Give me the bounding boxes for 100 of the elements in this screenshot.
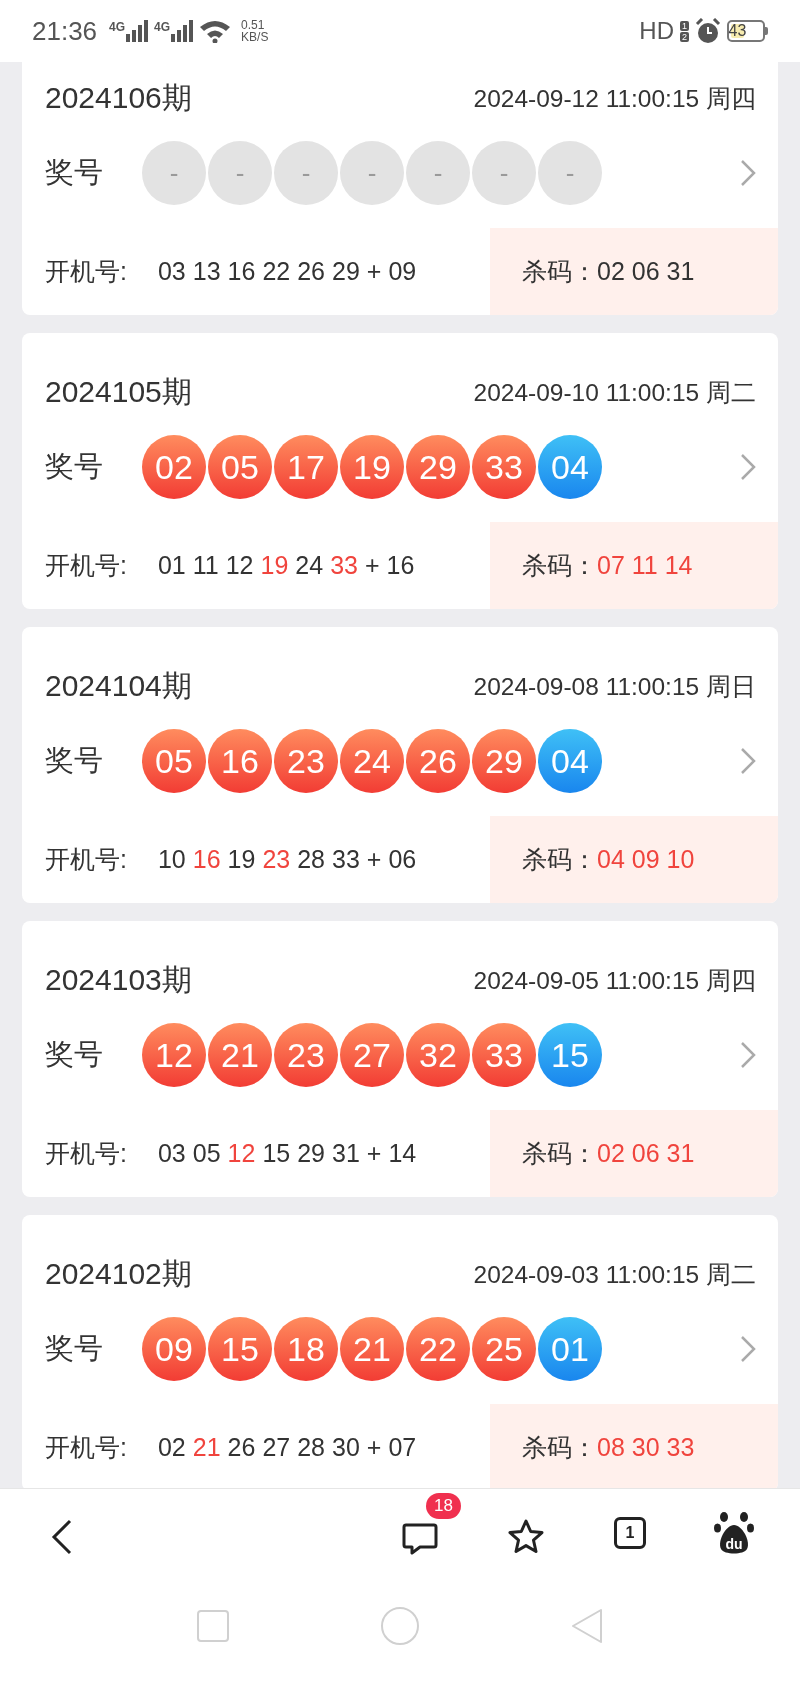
chevron-right-icon[interactable]	[740, 453, 756, 481]
chevron-right-icon[interactable]	[740, 1335, 756, 1363]
chevron-right-icon[interactable]	[740, 1041, 756, 1069]
sim-mark: 1	[680, 20, 689, 31]
machine-number-label: 开机号:	[45, 1432, 127, 1463]
machine-number: 19	[260, 551, 289, 580]
machine-number: 12	[227, 1139, 256, 1168]
draw-card[interactable]: 2024102期 2024-09-03 11:00:15 周二 奖号 09 15 18 21 22 25 01 开机号: 02 21 26 27 28 30 + 07 杀码：08 30 33	[22, 1215, 778, 1488]
machine-number: 26	[227, 1433, 256, 1462]
machine-number-label: 开机号:	[45, 844, 127, 875]
machine-number: 05	[192, 1139, 221, 1168]
notification-badge: 18	[426, 1493, 461, 1519]
kill-codes: 07 11 14	[597, 551, 693, 580]
network-type: 4G	[154, 20, 171, 34]
machine-number: 16	[227, 257, 256, 286]
main-number-ball: 02	[142, 435, 206, 499]
bonus-number-ball: 04	[538, 435, 602, 499]
kill-code-label: 杀码：	[522, 550, 597, 581]
plus-sign: +	[366, 257, 382, 286]
machine-number: 28	[297, 845, 325, 874]
machine-number: 03	[157, 1139, 186, 1168]
main-number-ball: 33	[472, 435, 536, 499]
draw-card[interactable]: 2024103期 2024-09-05 11:00:15 周四 奖号 12 21 23 27 32 33 15 开机号: 03 05 12 15 29 31 + 14 杀码：02 06 31	[22, 921, 778, 1197]
machine-number: 30	[332, 1433, 360, 1462]
main-number-ball: 23	[274, 729, 338, 793]
machine-number: 12	[225, 551, 254, 580]
main-number-ball: 25	[472, 1317, 536, 1381]
plus-sign: +	[366, 845, 382, 874]
machine-number: 29	[297, 1139, 325, 1168]
bonus-number-ball: 04	[538, 729, 602, 793]
kill-codes: 02 06 31	[597, 1139, 695, 1168]
main-number-ball: 18	[274, 1317, 338, 1381]
signal-icon	[171, 20, 194, 42]
draw-card[interactable]: 2024104期 2024-09-08 11:00:15 周日 奖号 05 16 23 24 26 29 04 开机号: 10 16 19 23 28 33 + 06 杀码：04 09 10	[22, 627, 778, 903]
kill-codes: 08 30 33	[597, 1433, 695, 1462]
machine-number: 13	[192, 257, 221, 286]
hd-label: HD	[639, 17, 674, 45]
kill-code-label: 杀码：	[522, 1138, 597, 1169]
machine-number-label: 开机号:	[45, 550, 127, 581]
chevron-right-icon[interactable]	[740, 747, 756, 775]
home-icon[interactable]	[380, 1606, 420, 1646]
kill-code-label: 杀码：	[522, 256, 597, 287]
machine-number: 03	[157, 257, 186, 286]
prize-label: 奖号	[45, 449, 104, 484]
machine-number: 21	[192, 1433, 221, 1462]
main-number-ball: 32	[406, 1023, 470, 1087]
machine-number: 16	[386, 551, 415, 580]
chevron-right-icon[interactable]	[740, 159, 756, 187]
main-number-ball: 17	[274, 435, 338, 499]
main-number-ball: 24	[340, 729, 404, 793]
machine-number: 26	[297, 257, 325, 286]
machine-number: 23	[262, 845, 291, 874]
machine-number: 02	[157, 1433, 186, 1462]
machine-number: 06	[388, 845, 417, 874]
machine-number: 33	[330, 551, 358, 580]
draw-date: 2024-09-08 11:00:15 周日	[473, 671, 756, 702]
placeholder-ball: -	[538, 141, 602, 205]
main-number-ball: 27	[340, 1023, 404, 1087]
machine-number: 33	[332, 845, 360, 874]
placeholder-ball: -	[274, 141, 338, 205]
main-number-ball: 05	[208, 435, 272, 499]
machine-number: 28	[297, 1433, 325, 1462]
main-number-ball: 21	[208, 1023, 272, 1087]
main-number-ball: 16	[208, 729, 272, 793]
wifi-icon	[199, 19, 232, 43]
draw-date: 2024-09-05 11:00:15 周四	[473, 965, 756, 996]
machine-number: 24	[295, 551, 324, 580]
plus-sign: +	[364, 551, 380, 580]
battery-level: 43	[731, 24, 744, 38]
machine-number: 19	[227, 845, 256, 874]
main-number-ball: 12	[142, 1023, 206, 1087]
sim-mark: 2	[680, 31, 689, 42]
machine-number: 01	[157, 551, 186, 580]
draw-card[interactable]: 2024105期 2024-09-10 11:00:15 周二 奖号 02 05 17 19 29 33 04 开机号: 01 11 12 19 24 33 + 16 杀码：07 11 14	[22, 333, 778, 609]
placeholder-ball: -	[208, 141, 272, 205]
draw-date: 2024-09-12 11:00:15 周四	[473, 83, 756, 114]
issue-number: 2024102期	[45, 1255, 192, 1292]
kill-code-label: 杀码：	[522, 844, 597, 875]
signal-icon	[126, 20, 149, 42]
clock-time: 21:36	[32, 15, 98, 47]
main-number-ball: 33	[472, 1023, 536, 1087]
placeholder-ball: -	[406, 141, 470, 205]
main-number-ball: 29	[406, 435, 470, 499]
prize-label: 奖号	[45, 155, 104, 190]
kill-codes: 04 09 10	[597, 845, 695, 874]
placeholder-ball: -	[340, 141, 404, 205]
recent-apps-icon[interactable]	[196, 1609, 230, 1643]
draw-card[interactable]: 2024106期 2024-09-12 11:00:15 周四 奖号 - - - - - - - 开机号: 03 13 16 22 26 29 + 09 杀码：02 06 31	[22, 62, 778, 315]
tabs-button[interactable]: 1	[614, 1517, 646, 1549]
network-speed: 0.51	[241, 19, 266, 31]
prize-label: 奖号	[45, 1037, 104, 1072]
network-type: 4G	[109, 20, 126, 34]
plus-sign: +	[366, 1433, 382, 1462]
main-number-ball: 05	[142, 729, 206, 793]
machine-number: 10	[157, 845, 186, 874]
prize-label: 奖号	[45, 1331, 104, 1366]
main-number-ball: 09	[142, 1317, 206, 1381]
main-number-ball: 22	[406, 1317, 470, 1381]
machine-number: 22	[262, 257, 291, 286]
main-number-ball: 19	[340, 435, 404, 499]
